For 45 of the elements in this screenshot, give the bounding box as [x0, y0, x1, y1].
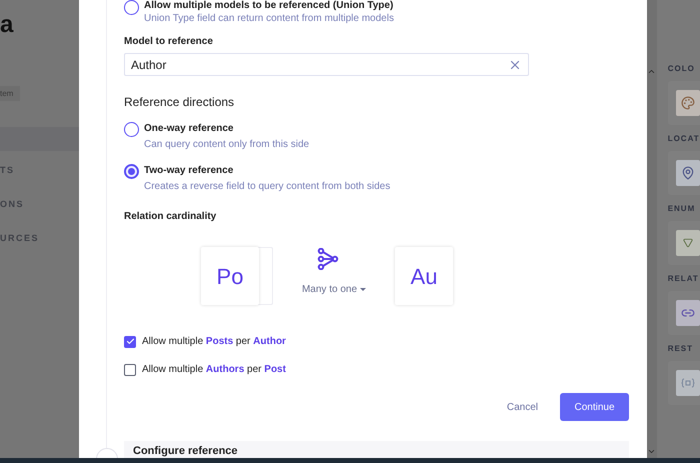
checkbox[interactable] — [124, 336, 136, 348]
model-card: Au — [395, 247, 453, 306]
triangle-icon — [682, 238, 693, 248]
checkbox-label: Allow multiple Authors per Post — [142, 363, 286, 378]
option-description: Can query content only from this side — [144, 138, 310, 152]
sidebar-item[interactable]: URCES — [0, 232, 79, 244]
field-type-card[interactable] — [668, 151, 700, 195]
cardinality-dropdown[interactable]: Many to one — [302, 282, 366, 298]
scroll-up-icon[interactable] — [647, 67, 656, 76]
option-label: Two-way reference — [144, 164, 234, 178]
option-label: One-way reference — [144, 122, 234, 136]
section-title: Reference directions — [124, 94, 236, 112]
model-select[interactable]: Author — [124, 53, 529, 76]
cancel-button[interactable]: Cancel — [506, 400, 538, 415]
palette-icon — [680, 96, 695, 110]
section-title: Relation cardinality — [124, 210, 218, 224]
panel-section-title: RELAT — [668, 274, 700, 284]
map-pin-icon — [680, 166, 695, 180]
continue-button[interactable]: Continue — [560, 393, 629, 422]
step-title: Configure reference — [133, 444, 238, 458]
sidebar-item[interactable]: ONS — [0, 198, 79, 210]
radio-button[interactable] — [124, 122, 139, 138]
scroll-down-icon[interactable] — [647, 447, 656, 456]
panel-section-title: REST — [668, 344, 694, 354]
model-card: Po — [201, 247, 259, 306]
field-type-card[interactable] — [668, 81, 700, 125]
field-type-card[interactable] — [668, 361, 700, 405]
panel-section-title: COLO — [668, 64, 696, 74]
field-type-card[interactable] — [668, 221, 700, 265]
option-description: Union Type field can return content from multiple models — [144, 13, 394, 25]
option-description: Creates a reverse field to query content from both sides — [144, 180, 390, 194]
checkbox-label: Allow multiple Posts per Author — [142, 335, 286, 350]
panel-section-title: LOCAT — [668, 134, 700, 144]
relation-icon — [317, 248, 339, 270]
radio-button[interactable] — [124, 164, 139, 180]
panel-section-title: ENUM — [668, 204, 696, 214]
radio-button[interactable] — [124, 0, 139, 15]
field-label: Model to reference — [124, 35, 214, 49]
field-type-card[interactable] — [668, 291, 700, 335]
app-title: a — [0, 10, 14, 40]
checkbox[interactable] — [124, 364, 136, 376]
option-label: Allow multiple models to be referenced (Union Type) — [144, 0, 394, 12]
sidebar-item[interactable]: TS — [0, 164, 79, 176]
braces-icon — [680, 378, 695, 388]
caret-icon — [360, 288, 366, 292]
